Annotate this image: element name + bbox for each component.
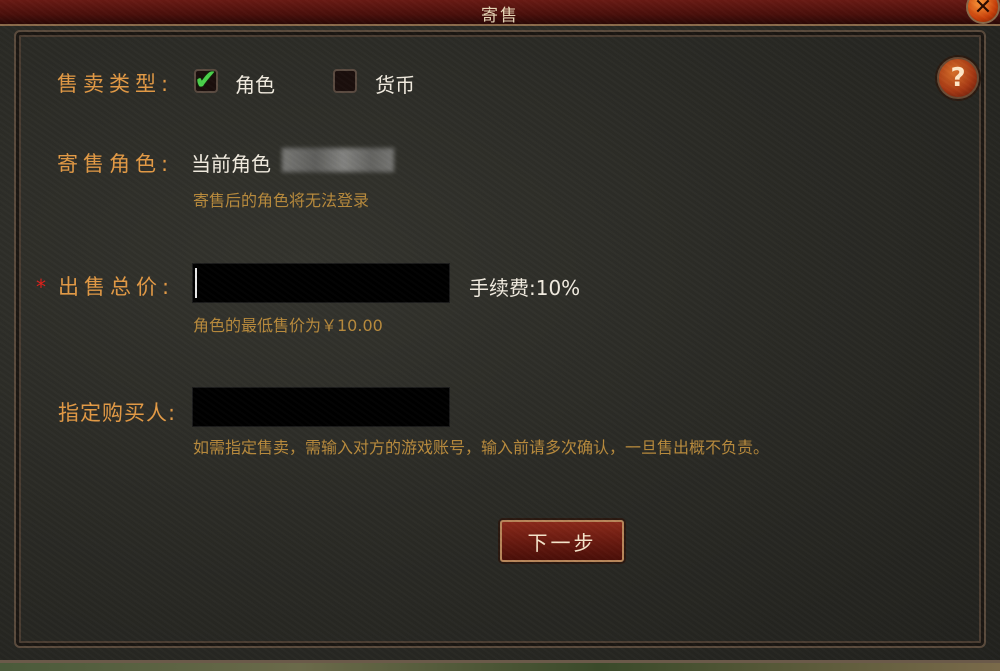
total-price-input[interactable] [192,263,450,303]
checkmark-icon: ✔ [194,63,218,96]
current-role-value: 当前角色 [191,152,271,176]
consign-role-hint: 寄售后的角色将无法登录 [193,191,370,210]
buyer-input[interactable] [192,387,450,427]
fee-text: 手续费:10% [469,276,581,300]
min-price-hint: 角色的最低售价为￥10.00 [193,316,383,335]
sale-type-label: 售卖类型: [57,72,174,96]
total-price-label: 出售总价: [58,275,175,299]
option-currency-label: 货币 [375,73,415,97]
buyer-label: 指定购买人: [58,401,177,425]
text-caret [195,268,197,298]
consignment-dialog: 寄售 ✕ ? 售卖类型: ✔ 角色 货币 寄售角色: 当前角色 寄售后的角色将无… [0,0,1000,663]
checkbox-role[interactable]: ✔ [194,63,218,96]
consign-role-label: 寄售角色: [57,152,174,176]
buyer-hint: 如需指定售卖，需输入对方的游戏账号，输入前请多次确认，一旦售出概不负责。 [193,438,770,457]
close-icon: ✕ [973,0,993,20]
title-bar: 寄售 [0,0,1000,26]
question-icon: ? [950,63,966,93]
option-role-label: 角色 [235,73,275,97]
dialog-title: 寄售 [481,6,519,26]
next-step-button[interactable]: 下一步 [500,520,624,562]
required-mark: * [36,275,46,299]
checkbox-currency[interactable] [333,69,357,93]
help-button[interactable]: ? [937,57,979,99]
redacted-role-name [282,148,394,172]
